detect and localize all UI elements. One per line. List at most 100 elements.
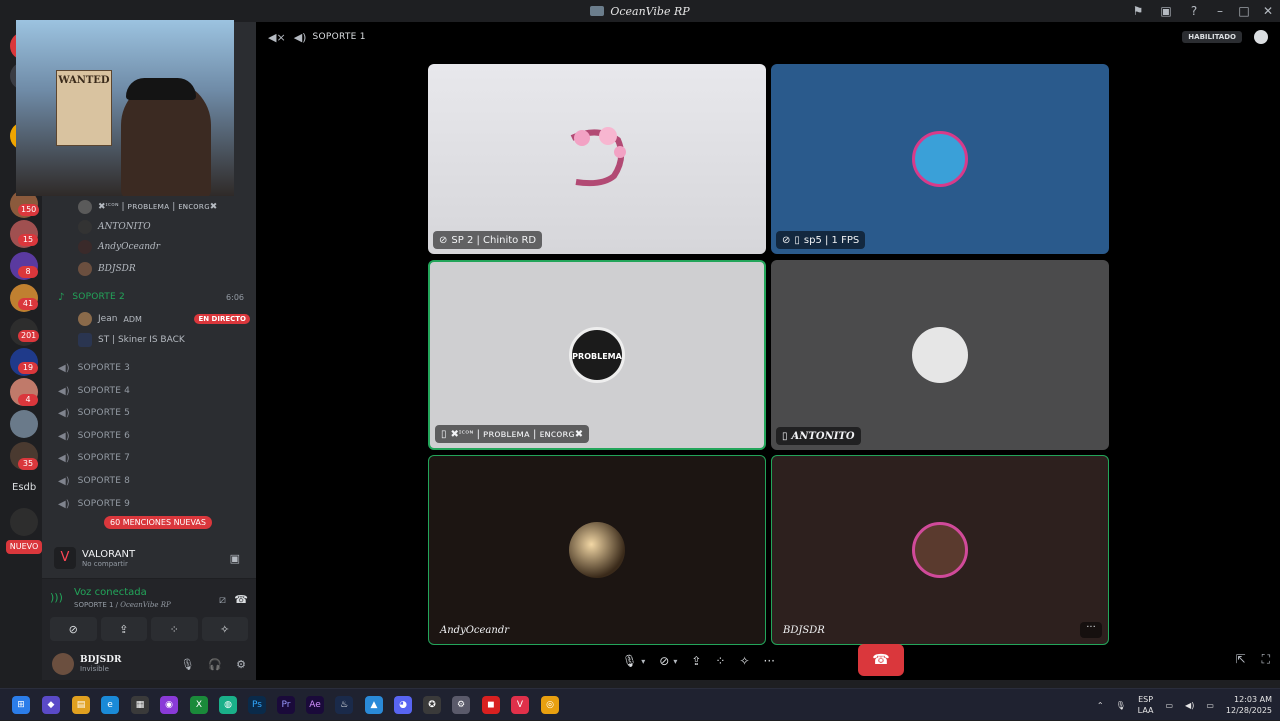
voice-user[interactable]: ANTONITO [78,218,258,236]
language-indicator[interactable]: ESP LAA [1138,694,1154,716]
disconnect-icon[interactable]: ☎ [234,593,248,606]
more-options-button[interactable]: ··· [1080,622,1102,638]
signal-icon[interactable]: ))) [50,591,63,604]
camera-control[interactable]: ⊘ ▾ [659,654,677,668]
pop-out-icon[interactable]: ⇱ [1236,652,1246,667]
flag-icon[interactable]: ⚑ [1124,0,1152,22]
voice-user[interactable]: Jean ADM EN DIRECTO [78,310,258,328]
chevron-down-icon[interactable]: ▾ [641,657,645,666]
more-icon[interactable]: ··· [764,654,775,668]
server-text-item[interactable]: Esdb [12,482,36,493]
activities-icon[interactable]: ⁘ [715,654,725,668]
participant-label: BDJSDR [777,621,831,639]
video-tile[interactable]: ▯ ANTONITO [771,260,1109,450]
clock[interactable]: 12:03 AM 12/28/2025 [1226,694,1272,716]
voice-user[interactable]: ST | Skiner IS BACK [78,331,258,349]
chat-icon[interactable] [1254,30,1268,44]
voice-channel[interactable]: ◀) SOPORTE 5 [42,403,256,423]
new-mentions-button[interactable]: 60 MENCIONES NUEVAS [104,516,212,529]
participant-avatar [912,131,968,187]
disconnect-button[interactable]: ☎ [858,644,904,676]
camera-off-icon[interactable]: ⊘ [659,654,669,668]
steam-icon[interactable]: ♨ [335,696,353,714]
voice-channel[interactable]: ◀) SOPORTE 4 [42,381,256,401]
voice-user[interactable]: AndyOceandr [78,238,258,256]
inbox-icon[interactable]: ▣ [1152,0,1180,22]
participant-label: ⊘ SP 2 | Chinito RD [433,231,543,249]
more-control[interactable]: ··· [764,654,775,668]
screen-share-icon[interactable]: ⇪ [691,654,701,668]
voice-user[interactable]: ✖ᶦᶜᵒᶰ | ᴘʀᴏʙʟᴇᴍᴀ | ᴇɴᴄᴏʀɢ✖ [78,198,258,216]
avatar[interactable] [52,653,74,675]
voice-channel[interactable]: ◀) SOPORTE 6 [42,426,256,446]
edge-icon[interactable]: e [101,696,119,714]
soundboard-control[interactable]: ✧ [739,654,749,668]
video-tile[interactable]: BDJSDR ··· [771,455,1109,645]
xbox-icon[interactable]: X [190,696,208,714]
video-tile[interactable]: ⊘ ▯ sp5 | 1 FPS [771,64,1109,254]
chevron-up-icon[interactable]: ⌃ [1097,701,1104,710]
help-icon[interactable]: ? [1180,0,1208,22]
screen-share-control[interactable]: ⇪ [691,654,701,668]
premiere-icon[interactable]: Pr [277,696,295,714]
volume-icon[interactable]: ◀) [1185,701,1194,710]
battery-icon[interactable]: ▭ [1206,701,1214,710]
activities-control[interactable]: ⁘ [715,654,725,668]
store-icon[interactable]: ▦ [131,696,149,714]
habilitado-badge[interactable]: HABILITADO [1182,31,1242,43]
minimize-button[interactable]: – [1208,0,1232,22]
mic-control[interactable]: 🎙 ▾ [622,654,645,668]
voice-user[interactable]: BDJSDR [78,260,258,278]
server-icon[interactable] [10,508,38,536]
voice-actions: ⊘ ⇪ ⁘ ✧ [50,617,248,641]
network-icon[interactable]: ▭ [1165,701,1173,710]
app-icon[interactable]: ▲ [365,696,383,714]
mobile-icon: ▯ [794,234,800,246]
soundboard-icon[interactable]: ✧ [739,654,749,668]
app-icon[interactable]: ✪ [423,696,441,714]
channel-name: SOPORTE 4 [77,386,131,396]
soundboard-button[interactable]: ✧ [201,617,248,641]
maximize-button[interactable]: □ [1232,0,1256,22]
voice-channel[interactable]: ◀) SOPORTE 7 [42,448,256,468]
copilot-icon[interactable]: ◆ [42,696,60,714]
fullscreen-icon[interactable]: ⛶ [1262,652,1270,667]
voice-channel[interactable]: ◀) SOPORTE 3 [42,358,256,378]
discord-icon[interactable]: ◕ [394,696,412,714]
file-explorer-icon[interactable]: ▤ [72,696,90,714]
photoshop-icon[interactable]: Ps [248,696,266,714]
video-tile[interactable]: AndyOceandr [428,455,766,645]
headphones-icon[interactable]: 🎧 [208,658,222,671]
voice-channel-soporte-2[interactable]: ♪ SOPORTE 2 6:06 [42,287,256,307]
new-badge: NUEVO [6,540,42,554]
windows-start-icon[interactable]: ⊞ [12,696,30,714]
video-tile[interactable]: PROBLEMA ▯ ✖ᶦᶜᵒᶰ | ᴘʀᴏʙʟᴇᴍᴀ | ᴇɴᴄᴏʀɢ✖ [428,260,766,450]
screen-share-button[interactable]: ⇪ [100,617,147,641]
valorant-icon[interactable]: V [511,696,529,714]
mute-icon[interactable]: ◀× [268,31,286,44]
chrome-icon[interactable]: ◎ [541,696,559,714]
settings-icon[interactable]: ⚙ [236,658,246,671]
microphone-icon[interactable]: 🎙 [1116,701,1126,710]
activities-button[interactable]: ⁘ [151,617,198,641]
channel-icons: ◀) [58,499,70,510]
camera-off-button[interactable]: ⊘ [50,617,97,641]
app-icon[interactable]: ◼ [482,696,500,714]
server-icon[interactable] [10,410,38,438]
video-tile[interactable]: ⊘ SP 2 | Chinito RD [428,64,766,254]
voice-channel[interactable]: ◀) SOPORTE 8 [42,471,256,491]
microphone-icon[interactable]: 🎙 [180,658,194,671]
app-icon[interactable]: ◍ [219,696,237,714]
after-effects-icon[interactable]: Ae [306,696,324,714]
voice-status[interactable]: Voz conectada [74,587,147,598]
share-screen-icon[interactable]: ▣ [230,552,240,565]
app-icon[interactable]: ◉ [160,696,178,714]
voice-channel[interactable]: ◀) SOPORTE 9 [42,494,256,514]
window-title-text: OceanVibe RP [610,4,690,18]
settings-icon[interactable]: ⚙ [452,696,470,714]
microphone-icon[interactable]: 🎙 [622,654,637,668]
close-button[interactable]: ✕ [1256,0,1280,22]
chevron-down-icon[interactable]: ▾ [673,657,677,666]
noise-suppression-icon[interactable]: ⧄ [219,593,226,607]
voice-user-name: Jean [98,314,118,324]
